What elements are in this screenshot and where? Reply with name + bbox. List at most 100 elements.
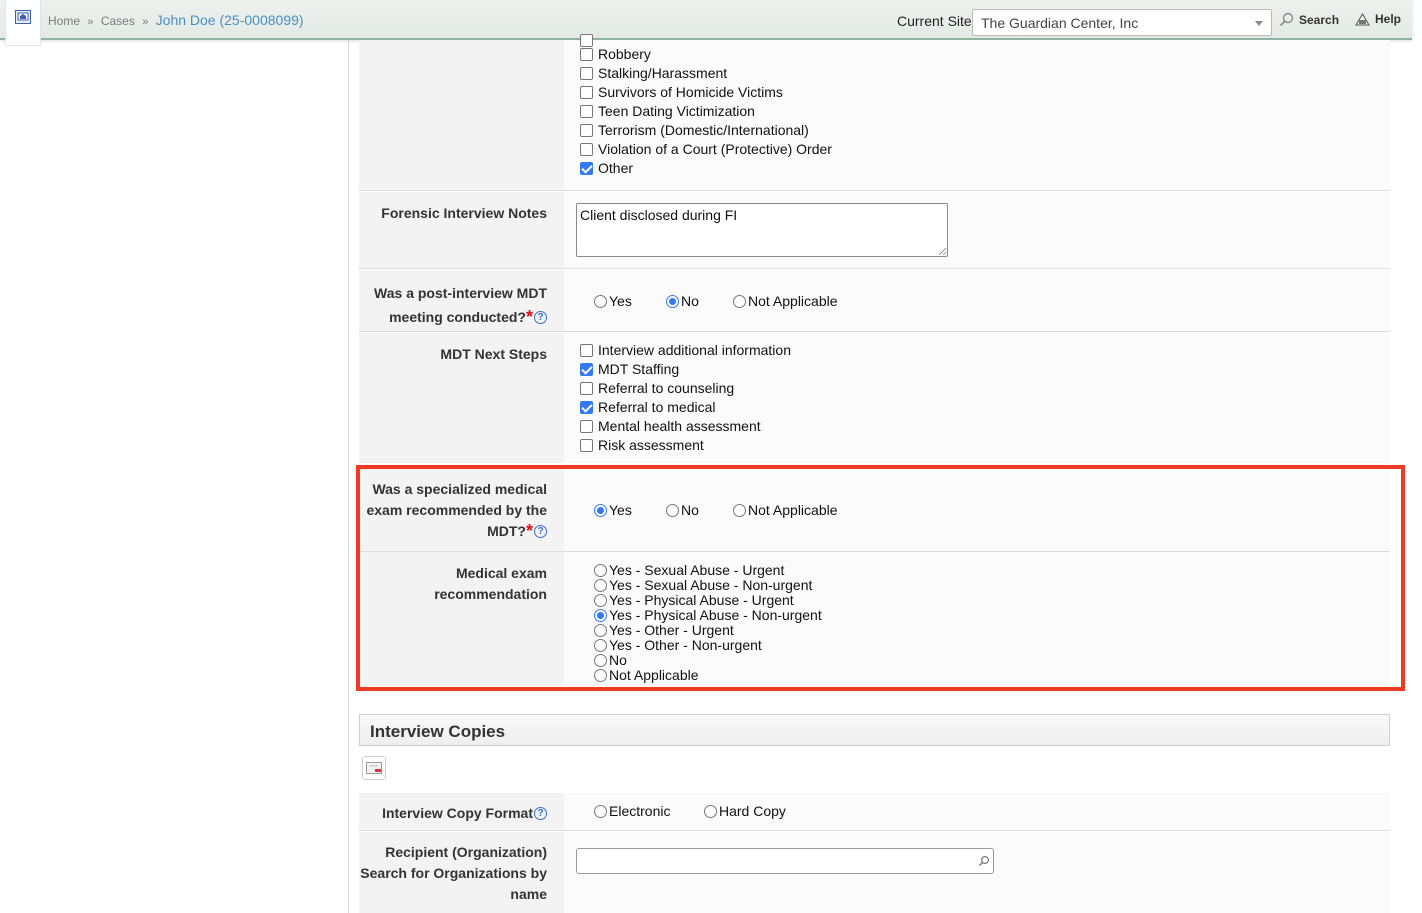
checkbox-teen-dating[interactable]: Teen Dating Victimization bbox=[580, 103, 755, 119]
checkbox-interview-additional[interactable]: Interview additional information bbox=[580, 342, 791, 358]
recipient-organization-label: Recipient (Organization) Search for Orga… bbox=[359, 832, 564, 913]
checkbox-label: Robbery bbox=[598, 46, 651, 62]
mdt-next-steps-label: MDT Next Steps bbox=[359, 333, 564, 463]
interview-copy-format-label: Interview Copy Format? bbox=[359, 793, 564, 830]
copy-icon bbox=[366, 762, 382, 774]
recipient-organization-row: Recipient (Organization) Search for Orga… bbox=[359, 832, 1390, 913]
copy-icon-button[interactable] bbox=[362, 756, 386, 780]
checkbox-mdt-staffing[interactable]: MDT Staffing bbox=[580, 361, 679, 377]
victimization-types-field: Robbery Stalking/Harassment Survivors of… bbox=[564, 34, 1390, 190]
checkbox[interactable] bbox=[580, 142, 593, 156]
checkbox-label: Other bbox=[598, 160, 634, 176]
checkbox-label: Violation of a Court (Protective) Order bbox=[598, 141, 832, 157]
checkbox[interactable] bbox=[580, 123, 593, 137]
breadcrumb-home[interactable]: Home bbox=[48, 14, 80, 28]
victimization-types-row: Robbery Stalking/Harassment Survivors of… bbox=[359, 34, 1390, 190]
post-interview-mdt-label: Was a post-interview MDT meeting conduct… bbox=[359, 270, 564, 331]
checkbox-court-order[interactable]: Violation of a Court (Protective) Order bbox=[580, 141, 832, 157]
row-divider bbox=[359, 268, 1390, 269]
magnifier-icon[interactable] bbox=[978, 855, 990, 867]
checkbox-robbery[interactable]: Robbery bbox=[580, 46, 651, 62]
home-icon[interactable] bbox=[5, 0, 41, 46]
radio-yes[interactable]: Yes bbox=[594, 293, 632, 309]
radio-label: No bbox=[681, 293, 699, 309]
checkbox-mental-health[interactable]: Mental health assessment bbox=[580, 418, 761, 434]
checkbox-label: MDT Staffing bbox=[598, 361, 680, 377]
mdt-next-steps-field: Interview additional information MDT Sta… bbox=[564, 333, 1390, 463]
forensic-notes-row: Forensic Interview Notes Client disclose… bbox=[359, 192, 1390, 268]
label-text: Was a post-interview MDT bbox=[374, 285, 547, 301]
breadcrumb: Home » Cases » John Doe (25-0008099) bbox=[48, 12, 304, 28]
checkbox[interactable] bbox=[580, 438, 593, 452]
label-text: Search for Organizations by bbox=[360, 865, 547, 881]
checkbox-checked[interactable] bbox=[580, 400, 593, 414]
forensic-notes-label: Forensic Interview Notes bbox=[359, 192, 564, 268]
checkbox[interactable] bbox=[580, 343, 593, 357]
radio[interactable] bbox=[704, 804, 717, 818]
resize-grip-icon[interactable] bbox=[939, 248, 946, 255]
checkbox[interactable] bbox=[580, 104, 593, 118]
row-divider bbox=[359, 830, 1390, 831]
checkbox-checked[interactable] bbox=[580, 161, 593, 175]
checkbox-label: Referral to counseling bbox=[598, 380, 735, 396]
radio-label: Electronic bbox=[609, 803, 671, 819]
radio-selected[interactable] bbox=[666, 294, 679, 308]
help-icon[interactable]: ? bbox=[534, 807, 547, 820]
checkbox-other[interactable]: Other bbox=[580, 160, 633, 176]
radio-label: Not Applicable bbox=[748, 293, 838, 309]
interview-copy-format-field: Electronic Hard Copy bbox=[564, 793, 1390, 830]
checkbox-label: Terrorism (Domestic/International) bbox=[598, 122, 809, 138]
post-interview-mdt-row: Was a post-interview MDT meeting conduct… bbox=[359, 270, 1390, 331]
checkbox[interactable] bbox=[580, 419, 593, 433]
help-icon bbox=[1355, 12, 1370, 25]
search-button[interactable]: Search bbox=[1279, 12, 1339, 27]
breadcrumb-separator: » bbox=[142, 16, 149, 28]
radio-hard-copy[interactable]: Hard Copy bbox=[704, 803, 786, 819]
forensic-notes-field: Client disclosed during FI bbox=[564, 192, 1390, 268]
checkbox-terrorism[interactable]: Terrorism (Domestic/International) bbox=[580, 122, 809, 138]
checkbox-referral-counseling[interactable]: Referral to counseling bbox=[580, 380, 734, 396]
help-button[interactable]: Help bbox=[1355, 12, 1401, 26]
search-label: Search bbox=[1299, 12, 1340, 27]
forensic-notes-textarea[interactable]: Client disclosed during FI bbox=[576, 203, 948, 257]
breadcrumb-current-case[interactable]: John Doe (25-0008099) bbox=[156, 12, 304, 28]
label-text: Forensic Interview Notes bbox=[381, 205, 547, 221]
checkbox-checked[interactable] bbox=[580, 362, 593, 376]
checkbox-label: Referral to medical bbox=[598, 399, 716, 415]
checkbox-label: Teen Dating Victimization bbox=[598, 103, 755, 119]
checkbox-label: Stalking/Harassment bbox=[598, 65, 728, 81]
mdt-next-steps-row: MDT Next Steps Interview additional info… bbox=[359, 333, 1390, 463]
current-site-label: Current Site bbox=[897, 13, 972, 29]
breadcrumb-cases[interactable]: Cases bbox=[101, 14, 135, 28]
required-asterisk: * bbox=[525, 307, 533, 327]
radio[interactable] bbox=[594, 804, 607, 818]
organization-search-input[interactable] bbox=[576, 848, 994, 874]
interview-copies-section-header: Interview Copies bbox=[359, 714, 1390, 746]
post-interview-mdt-field: Yes No Not Applicable bbox=[564, 270, 1390, 331]
label-text: name bbox=[510, 886, 547, 902]
radio-label: Yes bbox=[609, 293, 632, 309]
radio[interactable] bbox=[733, 294, 746, 308]
checkbox-label: Risk assessment bbox=[598, 437, 704, 453]
checkbox-label: Mental health assessment bbox=[598, 418, 761, 434]
checkbox-risk-assessment[interactable]: Risk assessment bbox=[580, 437, 704, 453]
checkbox-label: Interview additional information bbox=[598, 342, 791, 358]
textarea-value: Client disclosed during FI bbox=[580, 207, 738, 223]
radio[interactable] bbox=[594, 294, 607, 308]
radio-electronic[interactable]: Electronic bbox=[594, 803, 670, 819]
row-divider bbox=[359, 190, 1390, 191]
checkbox-referral-medical[interactable]: Referral to medical bbox=[580, 399, 716, 415]
checkbox-homicide-survivors[interactable]: Survivors of Homicide Victims bbox=[580, 84, 783, 100]
checkbox-stalking[interactable]: Stalking/Harassment bbox=[580, 65, 727, 81]
top-bar: Home » Cases » John Doe (25-0008099) Cur… bbox=[0, 0, 1412, 46]
chevron-down-icon bbox=[1255, 21, 1263, 26]
radio-not-applicable[interactable]: Not Applicable bbox=[733, 293, 838, 309]
checkbox[interactable] bbox=[580, 47, 593, 61]
checkbox[interactable] bbox=[580, 381, 593, 395]
help-icon[interactable]: ? bbox=[534, 311, 547, 324]
current-site-select[interactable]: The Guardian Center, Inc bbox=[972, 9, 1272, 36]
radio-label: Hard Copy bbox=[719, 803, 786, 819]
checkbox[interactable] bbox=[580, 66, 593, 80]
checkbox[interactable] bbox=[580, 85, 593, 99]
radio-no[interactable]: No bbox=[666, 293, 699, 309]
